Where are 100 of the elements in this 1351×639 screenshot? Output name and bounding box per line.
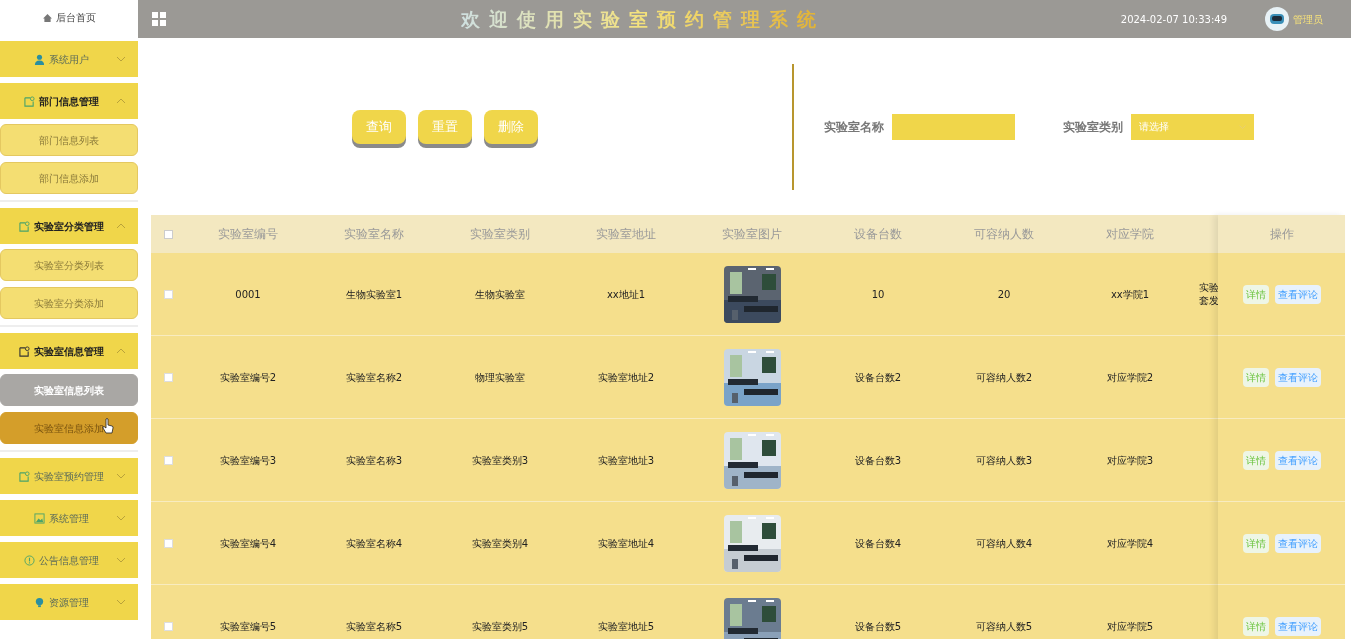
table-cell-text: 可容纳人数4 <box>975 536 1033 551</box>
table-cell-text: 设备台数5 <box>854 619 902 634</box>
grid-menu-icon[interactable] <box>152 12 166 26</box>
table-cell-text: 设备台数3 <box>854 453 902 468</box>
note-icon <box>18 470 30 482</box>
name-field[interactable] <box>892 113 1015 140</box>
table-cell-text: 对应学院3 <box>1106 453 1154 468</box>
chevron-up-icon <box>116 223 126 229</box>
bulb-icon <box>33 596 45 608</box>
table-cell-text: 设备台数2 <box>854 370 902 385</box>
menu-group[interactable]: 实验室信息管理 <box>0 333 138 369</box>
table-cell-text: 物理实验室 <box>475 370 525 385</box>
table-cell-text: 实验室名称2 <box>345 370 403 385</box>
table-cell-text: xx地址1 <box>606 287 646 302</box>
chevron-up-icon <box>116 98 126 104</box>
row-checkbox[interactable] <box>163 538 173 548</box>
chevron-down-icon <box>116 56 126 62</box>
details-button[interactable]: 详情 <box>1242 533 1269 553</box>
chevron-down-icon <box>116 557 126 563</box>
table-cell-text: 实验室地址4 <box>597 536 655 551</box>
table-cell-text: 实验室名称5 <box>345 619 403 634</box>
chevron-down-icon <box>1239 124 1246 129</box>
chevron-down-icon <box>116 515 126 521</box>
details-button[interactable]: 详情 <box>1242 367 1269 387</box>
table-cell-text: 实验室编号2 <box>219 370 277 385</box>
table-cell-text: 0001 <box>235 287 261 302</box>
comments-button[interactable]: 查看评论 <box>1274 533 1321 553</box>
table-cell-text: 实验室名称4 <box>345 536 403 551</box>
table-cell-text: 实验室地址3 <box>597 453 655 468</box>
column-header: 实验室图片 <box>722 226 782 243</box>
chevron-down-icon <box>116 473 126 479</box>
column-header: 操作 <box>1269 226 1294 243</box>
table-cell-text: xx学院1 <box>1110 287 1150 302</box>
column-header: 实验室名称 <box>344 226 404 243</box>
details-button[interactable]: 详情 <box>1242 450 1269 470</box>
table-cell-text: 20 <box>997 287 1011 302</box>
table-cell: 套发 <box>1199 294 1219 307</box>
table-cell: 实验 <box>1199 281 1219 294</box>
table-cell-text: 实验室类别3 <box>471 453 529 468</box>
table-cell-text: 10 <box>871 287 885 302</box>
home-link[interactable]: 后台首页 <box>0 0 138 35</box>
user-icon <box>33 53 45 65</box>
table-cell-text: 实验室类别5 <box>471 619 529 634</box>
info-icon <box>23 554 35 566</box>
table-cell-text: 生物实验室1 <box>345 287 403 302</box>
details-button[interactable]: 详情 <box>1242 284 1269 304</box>
table-cell-text: 实验室地址2 <box>597 370 655 385</box>
filter-label: 实验室类别 <box>1063 118 1123 136</box>
comments-button[interactable]: 查看评论 <box>1274 616 1321 636</box>
row-checkbox[interactable] <box>163 289 173 299</box>
chevron-up-icon <box>116 348 126 354</box>
table-cell-text: 实验室编号5 <box>219 619 277 634</box>
table-cell-text: 可容纳人数5 <box>975 619 1033 634</box>
table-cell-text: 对应学院2 <box>1106 370 1154 385</box>
table-cell-text: 实验室编号4 <box>219 536 277 551</box>
image-icon <box>33 512 45 524</box>
table-cell-text: 实验室类别4 <box>471 536 529 551</box>
user-name[interactable]: 管理员 <box>1293 11 1323 27</box>
filter-label: 实验室名称 <box>824 118 884 136</box>
submenu-item[interactable]: 实验室信息列表 <box>0 374 138 406</box>
details-button[interactable]: 详情 <box>1242 616 1269 636</box>
table-cell-text: 可容纳人数2 <box>975 370 1033 385</box>
submenu-item[interactable]: 部门信息添加 <box>0 162 138 194</box>
menu-group[interactable]: 部门信息管理 <box>0 83 138 119</box>
row-checkbox[interactable] <box>163 372 173 382</box>
column-header: 设备台数 <box>854 226 902 243</box>
menu-group[interactable]: 系统用户 <box>0 41 138 77</box>
menu-group[interactable]: 资源管理 <box>0 584 138 620</box>
submenu-item[interactable]: 实验室分类添加 <box>0 287 138 319</box>
comments-button[interactable]: 查看评论 <box>1274 284 1321 304</box>
table-cell-text: 实验室编号3 <box>219 453 277 468</box>
table-cell-text: 设备台数4 <box>854 536 902 551</box>
submenu-item[interactable]: 实验室信息添加 <box>0 412 138 444</box>
home-icon <box>42 13 52 22</box>
menu-group[interactable]: 实验室分类管理 <box>0 208 138 244</box>
row-checkbox[interactable] <box>163 455 173 465</box>
table-cell-text: 生物实验室 <box>475 287 525 302</box>
submenu-item[interactable]: 部门信息列表 <box>0 124 138 156</box>
datetime-text: 2024-02-07 10:33:49 <box>1120 12 1227 27</box>
chevron-down-icon <box>116 599 126 605</box>
column-header: 实验室地址 <box>596 226 656 243</box>
select-all-checkbox[interactable] <box>163 229 173 239</box>
menu-group[interactable]: 系统管理 <box>0 500 138 536</box>
note-icon <box>23 95 35 107</box>
row-checkbox[interactable] <box>163 621 173 631</box>
menu-group[interactable]: 实验室预约管理 <box>0 458 138 494</box>
column-header: 可容纳人数 <box>974 226 1034 243</box>
column-header: 实验室编号 <box>218 226 278 243</box>
table-cell-text: 实验室名称3 <box>345 453 403 468</box>
menu-group[interactable]: 公告信息管理 <box>0 542 138 578</box>
comments-button[interactable]: 查看评论 <box>1274 450 1321 470</box>
note-icon <box>18 345 30 357</box>
table-cell-text: 对应学院4 <box>1106 536 1154 551</box>
table-cell-text: 可容纳人数3 <box>975 453 1033 468</box>
category-select[interactable]: 请选择 <box>1131 113 1254 140</box>
note-icon <box>18 220 30 232</box>
submenu-item[interactable]: 实验室分类列表 <box>0 249 138 281</box>
avatar-icon[interactable] <box>1265 7 1289 31</box>
table-cell-text: 实验室地址5 <box>597 619 655 634</box>
comments-button[interactable]: 查看评论 <box>1274 367 1321 387</box>
